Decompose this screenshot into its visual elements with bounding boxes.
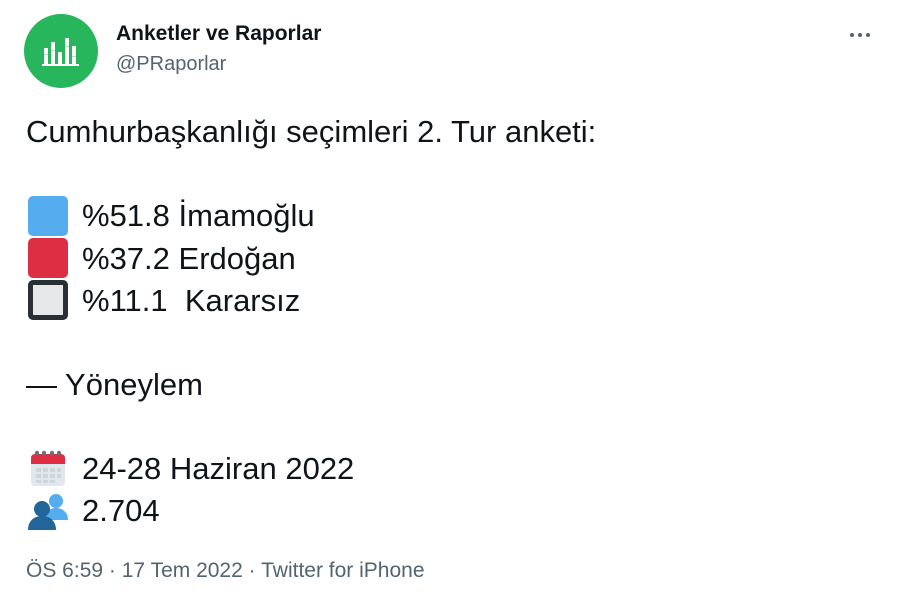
tweet: Anketler ve Raporlar @PRaporlar Cumhurba… [0, 0, 918, 609]
tweet-title: Cumhurbaşkanlığı seçimleri 2. Tur anketi… [26, 114, 597, 149]
red-square-icon [28, 238, 68, 278]
poll-date: 24-28 Haziran 2022 [82, 451, 355, 486]
tweet-date-link[interactable]: 17 Tem 2022 [122, 559, 243, 582]
tweet-meta: ÖS 6:59 · 17 Tem 2022 · Twitter for iPho… [26, 559, 425, 583]
calendar-icon [28, 448, 68, 488]
poll-source: — Yöneylem [26, 367, 203, 402]
more-dots-icon[interactable] [840, 18, 880, 52]
result-imamoglu: %51.8 İmamoğlu [82, 198, 315, 233]
result-erdogan: %37.2 Erdoğan [82, 241, 296, 276]
tweet-time-link[interactable]: ÖS 6:59 [26, 559, 103, 582]
result-kararsiz: %11.1 Kararsız [82, 283, 301, 318]
people-icon [28, 490, 68, 530]
meta-separator: · [248, 559, 256, 582]
avatar[interactable] [24, 14, 98, 88]
author-handle[interactable]: @PRaporlar [116, 53, 226, 76]
meta-separator: · [108, 559, 116, 582]
author-name[interactable]: Anketler ve Raporlar [116, 22, 321, 46]
sample-size: 2.704 [82, 493, 160, 528]
tweet-client-link[interactable]: Twitter for iPhone [261, 559, 424, 582]
white-square-icon [28, 280, 68, 320]
bar-chart-icon [42, 38, 79, 66]
blue-square-icon [28, 196, 68, 236]
